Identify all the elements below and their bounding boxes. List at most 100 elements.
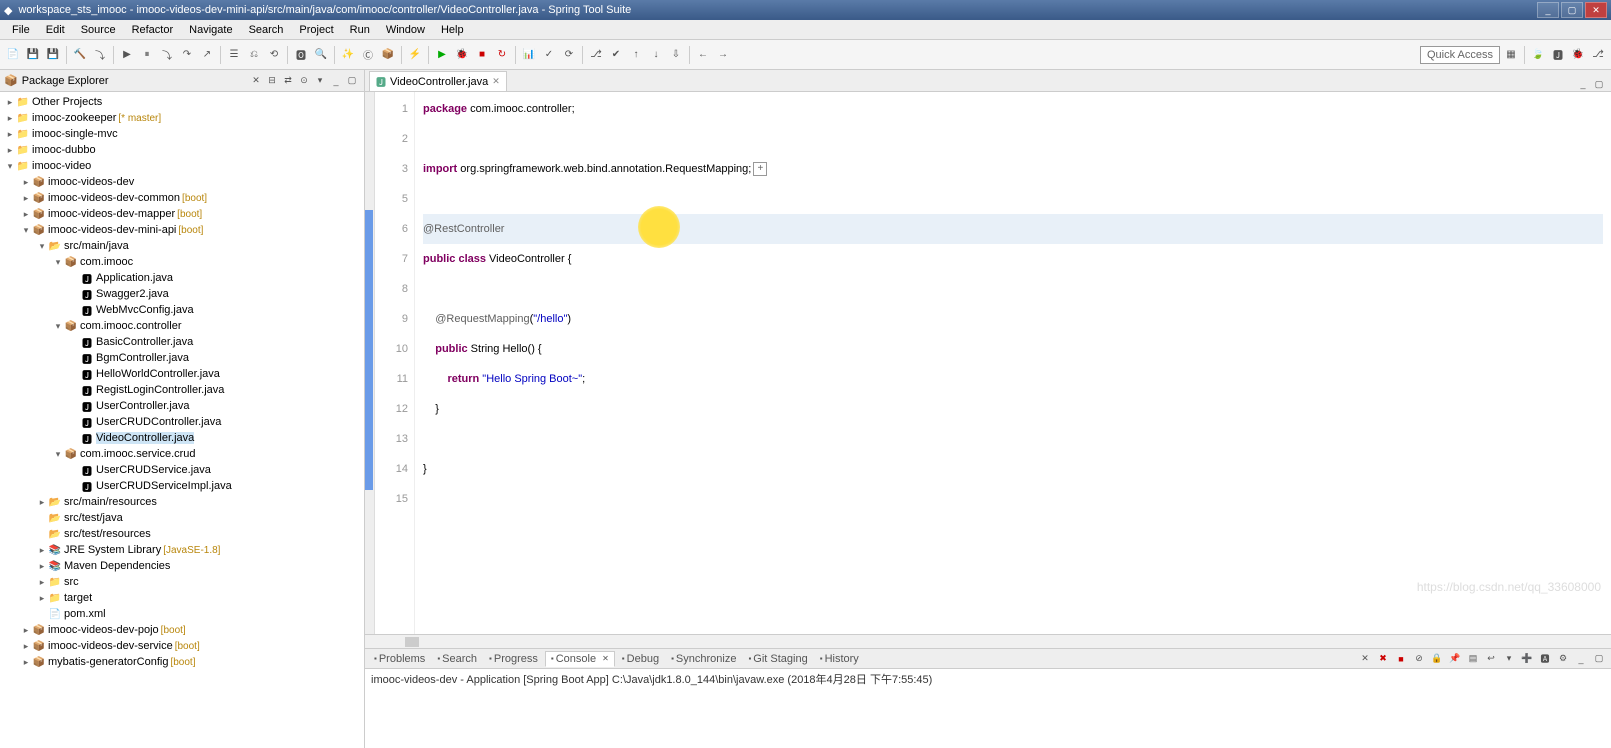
perspective-git-icon[interactable]: ⎇ [1589,46,1607,64]
step-over-icon[interactable]: ↷ [178,46,196,64]
expander-icon[interactable]: ▾ [52,257,64,268]
tree-item[interactable]: ▸📁imooc-dubbo [0,142,364,158]
organize-icon[interactable]: ⟲ [265,46,283,64]
code-area[interactable]: https://blog.csdn.net/qq_33608000 packag… [415,92,1611,634]
expander-icon[interactable]: ▾ [52,449,64,460]
maximize-view-icon[interactable]: ▢ [345,74,359,88]
maximize-button[interactable]: ▢ [1561,2,1583,18]
tree-item[interactable]: 🅹WebMvcConfig.java [0,302,364,318]
tree-item[interactable]: 🅹UserCRUDController.java [0,414,364,430]
bottom-tab-synchronize[interactable]: ▪Synchronize [666,652,741,666]
code-line[interactable] [423,124,1603,154]
menu-edit[interactable]: Edit [38,22,73,38]
tree-item[interactable]: ▸📂src/main/resources [0,494,364,510]
format-icon[interactable]: ⎌ [245,46,263,64]
menu-search[interactable]: Search [241,22,292,38]
build-icon[interactable]: 🔨 [71,46,89,64]
code-line[interactable] [423,424,1603,454]
menu-project[interactable]: Project [291,22,341,38]
relaunch-icon[interactable]: ↻ [493,46,511,64]
save-icon[interactable]: 💾 [24,46,42,64]
tree-item[interactable]: ▾📦com.imooc.service.crud [0,446,364,462]
link-editor-icon[interactable]: ⇄ [281,74,295,88]
code-line[interactable] [423,184,1603,214]
tree-item[interactable]: 🅹UserController.java [0,398,364,414]
bottom-tab-search[interactable]: ▪Search [432,652,482,666]
console-ansi-icon[interactable]: 🅰 [1538,652,1552,666]
editor-tab-videocontroller[interactable]: 🅹 VideoController.java ✕ [369,71,507,91]
expander-icon[interactable]: ▸ [4,113,16,124]
quick-access[interactable]: Quick Access [1420,46,1500,64]
new-package-icon[interactable]: 📦 [379,46,397,64]
code-line[interactable]: @RestController [423,214,1603,244]
view-max-icon[interactable]: ▢ [1592,652,1606,666]
search-icon[interactable]: 🔍 [312,46,330,64]
coverage-icon[interactable]: 📊 [520,46,538,64]
new-class-icon[interactable]: Ⓒ [359,46,377,64]
tree-item[interactable]: 📂src/test/java [0,510,364,526]
tab-close-icon[interactable]: ✕ [492,76,500,87]
tree-item[interactable]: ▸📦imooc-videos-dev-service [boot] [0,638,364,654]
horizontal-scrollbar[interactable] [365,634,1611,648]
perspective-spring-icon[interactable]: 🍃 [1529,46,1547,64]
expander-icon[interactable]: ▸ [4,97,16,108]
expander-icon[interactable]: ▸ [20,625,32,636]
view-menu-icon[interactable]: ▾ [313,74,327,88]
console-remove-icon[interactable]: ⊘ [1412,652,1426,666]
tree-item[interactable]: ▾📦com.imooc.controller [0,318,364,334]
console-content[interactable]: imooc-videos-dev - Application [Spring B… [365,669,1611,748]
code-line[interactable]: public class VideoController { [423,244,1603,274]
tree-item[interactable]: ▸📁src [0,574,364,590]
menu-file[interactable]: File [4,22,38,38]
outline-icon[interactable]: ☰ [225,46,243,64]
code-line[interactable] [423,484,1603,514]
expander-icon[interactable]: ▸ [36,593,48,604]
tree-item[interactable]: ▸📁Other Projects [0,94,364,110]
console-new-icon[interactable]: ➕ [1520,652,1534,666]
stop-icon[interactable]: ■ [473,46,491,64]
console-pin-icon[interactable]: 📌 [1448,652,1462,666]
debug-run-icon[interactable]: ▶ [118,46,136,64]
expander-icon[interactable]: ▸ [4,145,16,156]
back-icon[interactable]: ← [694,46,712,64]
console-scroll-lock-icon[interactable]: 🔒 [1430,652,1444,666]
git-icon[interactable]: ⎇ [587,46,605,64]
fetch-icon[interactable]: ⇩ [667,46,685,64]
menu-refactor[interactable]: Refactor [124,22,182,38]
console-display-icon[interactable]: ▤ [1466,652,1480,666]
expander-icon[interactable]: ▸ [20,641,32,652]
pause-icon[interactable]: ⏸ [138,46,156,64]
console-remove-all-icon[interactable]: ✖ [1376,652,1390,666]
refresh-icon[interactable]: ⟳ [560,46,578,64]
open-type-icon[interactable]: 🅾 [292,46,310,64]
expander-icon[interactable]: ▾ [36,241,48,252]
menu-navigate[interactable]: Navigate [181,22,240,38]
tree-item[interactable]: ▾📦imooc-videos-dev-mini-api [boot] [0,222,364,238]
tree-item[interactable]: 📂src/test/resources [0,526,364,542]
step-icon[interactable]: ⤵ [158,46,176,64]
expander-icon[interactable]: ▸ [20,209,32,220]
code-line[interactable]: } [423,454,1603,484]
commit-icon[interactable]: ✔ [607,46,625,64]
console-open-icon[interactable]: ▾ [1502,652,1516,666]
console-filter-icon[interactable]: ⚙ [1556,652,1570,666]
new-icon[interactable]: 📄 [4,46,22,64]
run-icon[interactable]: ▶ [433,46,451,64]
tree-item[interactable]: ▾📂src/main/java [0,238,364,254]
tree-item[interactable]: 🅹HelloWorldController.java [0,366,364,382]
tree-item[interactable]: ▸📚Maven Dependencies [0,558,364,574]
tree-item[interactable]: 🅹RegistLoginController.java [0,382,364,398]
code-line[interactable]: public String Hello() { [423,334,1603,364]
collapse-all-icon[interactable]: ⊟ [265,74,279,88]
code-line[interactable]: package com.imooc.controller; [423,94,1603,124]
forward-icon[interactable]: → [714,46,732,64]
tree-item[interactable]: ▸📁imooc-single-mvc [0,126,364,142]
tree-item[interactable]: 🅹BasicController.java [0,334,364,350]
tree-item[interactable]: ▸📦mybatis-generatorConfig [boot] [0,654,364,670]
menu-source[interactable]: Source [73,22,124,38]
minimize-button[interactable]: _ [1537,2,1559,18]
boot-icon[interactable]: ⚡ [406,46,424,64]
tree-item[interactable]: ▸📁imooc-zookeeper [* master] [0,110,364,126]
tree-item[interactable]: ▸📦imooc-videos-dev-common [boot] [0,190,364,206]
tree-item[interactable]: 📄pom.xml [0,606,364,622]
